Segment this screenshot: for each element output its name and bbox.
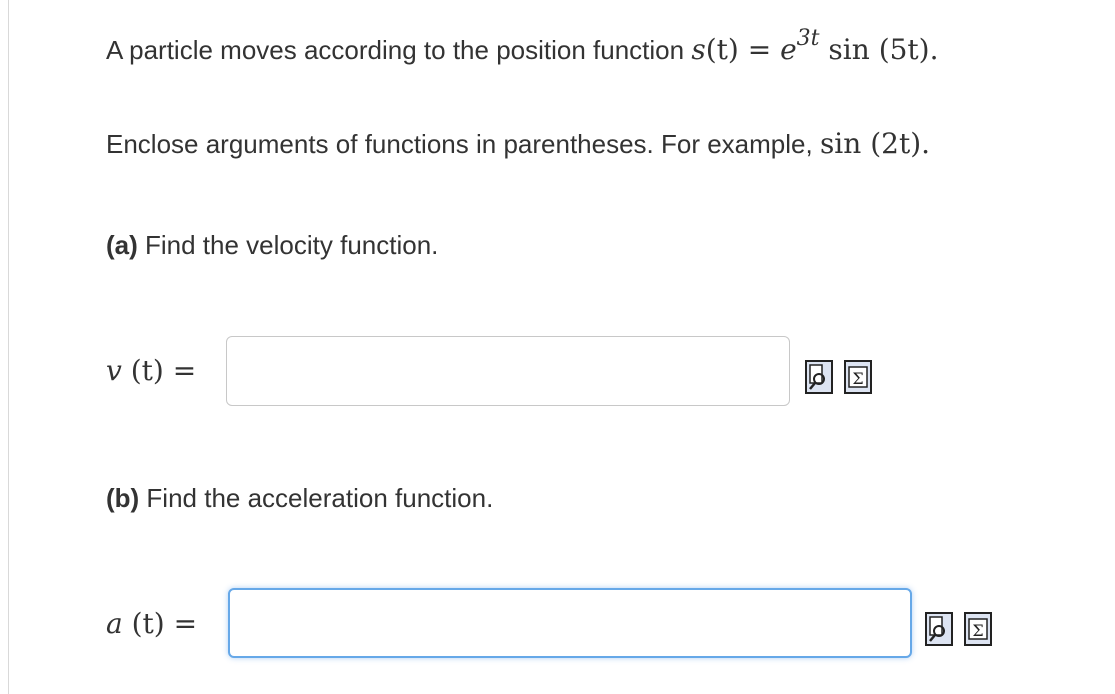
part-b-question: (b) Find the acceleration function. <box>106 483 494 513</box>
problem-text: A particle moves according to the positi… <box>106 35 692 65</box>
sigma-equation-editor-icon[interactable]: Σ <box>964 612 992 646</box>
sigma-equation-editor-icon[interactable]: Σ <box>844 360 872 394</box>
example-formula: sin (2t). <box>819 127 931 160</box>
part-a-question: (a) Find the velocity function. <box>106 230 439 260</box>
svg-text:Σ: Σ <box>972 621 983 640</box>
problem-statement: A particle moves according to the positi… <box>106 28 939 64</box>
acceleration-label: a (t) = <box>106 607 198 640</box>
acceleration-input[interactable] <box>228 588 912 658</box>
velocity-input[interactable] <box>226 336 790 406</box>
instruction-text: Enclose arguments of functions in parent… <box>106 127 931 160</box>
left-border <box>8 0 9 694</box>
svg-text:Σ: Σ <box>852 369 863 388</box>
preview-icon[interactable] <box>805 360 833 394</box>
position-formula: s(t) = e3t sin (5t). <box>691 26 939 66</box>
velocity-label: v (t) = <box>106 354 197 387</box>
preview-icon[interactable] <box>925 612 953 646</box>
